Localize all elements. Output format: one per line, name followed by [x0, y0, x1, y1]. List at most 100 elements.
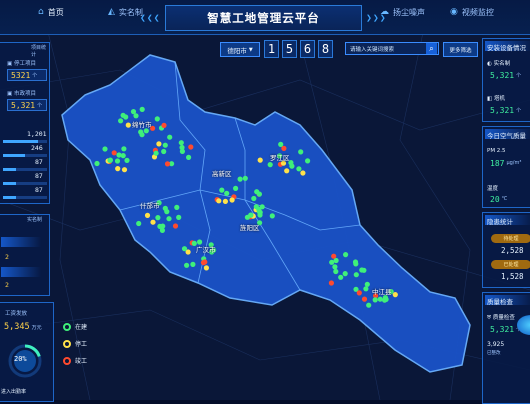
site-marker[interactable]	[94, 160, 100, 167]
site-marker[interactable]	[278, 141, 284, 147]
site-marker[interactable]	[156, 141, 162, 147]
search-input[interactable]: 请输入关键词搜索	[345, 42, 439, 55]
site-marker[interactable]	[363, 286, 369, 292]
site-marker[interactable]	[174, 204, 180, 210]
site-marker[interactable]	[161, 148, 167, 155]
site-marker[interactable]	[166, 216, 172, 222]
site-marker[interactable]	[353, 272, 359, 278]
site-marker[interactable]	[392, 292, 398, 298]
site-marker[interactable]	[153, 150, 159, 156]
site-marker[interactable]	[382, 297, 388, 303]
site-marker[interactable]	[107, 157, 113, 163]
site-marker[interactable]	[150, 219, 156, 225]
title-decoration-left: ❮❮❮	[140, 14, 161, 22]
site-marker[interactable]	[203, 265, 209, 271]
site-marker[interactable]	[224, 190, 230, 196]
site-marker[interactable]	[356, 290, 362, 296]
site-marker[interactable]	[121, 167, 128, 173]
site-marker[interactable]	[160, 223, 166, 229]
site-marker[interactable]	[233, 185, 239, 191]
site-marker[interactable]	[125, 122, 131, 128]
site-marker[interactable]	[172, 223, 179, 229]
site-marker[interactable]	[253, 204, 259, 210]
site-marker[interactable]	[111, 150, 117, 156]
nav-item-realname[interactable]: ◭ 实名制	[108, 4, 143, 20]
search-icon[interactable]: ⌕	[426, 43, 437, 54]
site-marker[interactable]	[123, 114, 129, 120]
legend-item-finished[interactable]: 竣工	[63, 356, 87, 365]
site-marker[interactable]	[342, 271, 348, 277]
inspect-small-label: 已整改	[487, 351, 501, 356]
realname-unit: 个	[516, 72, 522, 79]
site-marker[interactable]	[144, 212, 151, 218]
site-marker[interactable]	[353, 261, 359, 267]
site-marker[interactable]	[377, 296, 383, 302]
site-marker[interactable]	[188, 144, 194, 150]
site-marker[interactable]	[190, 261, 196, 267]
site-marker[interactable]	[328, 280, 334, 286]
more-filter-button[interactable]: 更多筛选	[443, 42, 478, 57]
site-marker[interactable]	[181, 246, 188, 252]
site-marker[interactable]	[222, 198, 228, 204]
site-marker[interactable]	[242, 175, 248, 181]
site-marker[interactable]	[102, 146, 108, 152]
site-marker[interactable]	[237, 176, 243, 182]
site-marker[interactable]	[124, 157, 130, 163]
site-marker[interactable]	[372, 297, 378, 303]
site-marker[interactable]	[338, 274, 344, 280]
site-marker[interactable]	[361, 296, 368, 302]
site-marker[interactable]	[305, 158, 311, 164]
person-icon: ◐	[487, 61, 492, 67]
site-marker[interactable]	[184, 262, 190, 268]
site-marker[interactable]	[254, 189, 260, 195]
city-select[interactable]: 德阳市 ▼	[220, 42, 260, 57]
nav-item-dust-noise[interactable]: ☁ 扬尘噪声	[380, 4, 425, 20]
site-marker[interactable]	[257, 157, 263, 163]
site-marker[interactable]	[298, 149, 304, 155]
site-marker[interactable]	[248, 212, 254, 218]
site-marker[interactable]	[164, 161, 171, 167]
site-marker[interactable]	[361, 267, 367, 273]
site-marker[interactable]	[130, 109, 137, 115]
nav-item-home[interactable]: ⌂ 首页	[38, 4, 64, 20]
site-marker[interactable]	[296, 166, 302, 172]
site-marker[interactable]	[179, 148, 185, 154]
site-marker[interactable]	[176, 214, 182, 220]
site-marker[interactable]	[155, 215, 161, 221]
site-marker[interactable]	[121, 146, 127, 152]
site-marker[interactable]	[167, 134, 173, 140]
site-marker[interactable]	[200, 260, 207, 266]
site-marker[interactable]	[216, 198, 222, 204]
site-marker[interactable]	[343, 252, 349, 258]
site-marker[interactable]	[162, 142, 168, 148]
site-marker[interactable]	[116, 152, 122, 158]
legend-item-stopped[interactable]: 停工	[63, 339, 87, 348]
site-marker[interactable]	[364, 281, 370, 287]
site-marker[interactable]	[186, 154, 192, 160]
site-marker[interactable]	[366, 302, 372, 308]
site-marker[interactable]	[269, 213, 275, 219]
site-marker[interactable]	[136, 220, 142, 227]
site-marker[interactable]	[164, 209, 170, 215]
site-marker[interactable]	[115, 166, 121, 172]
legend-label: 在建	[75, 324, 88, 331]
site-marker[interactable]	[219, 187, 225, 193]
nav-item-video[interactable]: ◉ 视频监控	[450, 4, 494, 20]
site-marker[interactable]	[154, 116, 160, 122]
site-marker[interactable]	[267, 162, 273, 168]
legend-item-building[interactable]: 在建	[63, 322, 87, 331]
site-marker[interactable]	[300, 170, 306, 176]
site-marker[interactable]	[229, 197, 235, 203]
site-marker[interactable]	[139, 106, 145, 112]
site-marker[interactable]	[332, 264, 338, 270]
site-marker[interactable]	[251, 195, 257, 202]
site-marker[interactable]	[178, 140, 184, 146]
site-marker[interactable]	[118, 118, 124, 124]
site-marker[interactable]	[284, 168, 290, 174]
site-marker[interactable]	[333, 268, 339, 275]
site-marker[interactable]	[139, 132, 145, 138]
site-marker[interactable]	[161, 122, 167, 128]
site-marker[interactable]	[114, 158, 121, 164]
site-marker[interactable]	[257, 212, 263, 218]
site-marker[interactable]	[331, 253, 337, 259]
